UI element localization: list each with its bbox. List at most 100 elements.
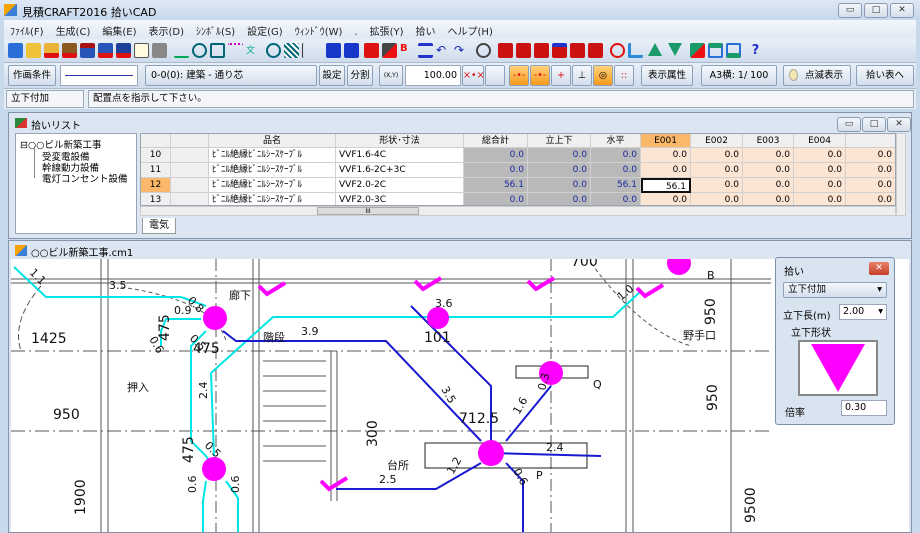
rectangle-icon[interactable] — [210, 43, 225, 58]
tree-item-lighting-outlet[interactable]: 電灯コンセント設備 — [42, 171, 128, 185]
table-cell[interactable]: VVF1.6-2C+3C — [336, 163, 464, 178]
save-icon[interactable] — [8, 43, 23, 58]
print-icon[interactable] — [152, 43, 167, 58]
img-open-icon[interactable] — [498, 43, 513, 58]
minimize-button[interactable]: ▭ — [838, 3, 862, 18]
open-folder-icon[interactable] — [26, 43, 41, 58]
table-cell[interactable]: ﾋﾞﾆﾙ絶縁ﾋﾞﾆﾙｼｰｽｹｰﾌﾞﾙ — [209, 148, 336, 163]
table-cell[interactable]: 0.0 — [691, 193, 743, 205]
table-cell[interactable]: 0.0 — [528, 178, 591, 193]
rise-up-icon[interactable] — [648, 43, 662, 56]
ratio-input[interactable]: 0.30 — [841, 400, 887, 416]
undo-icon[interactable]: ↶ — [436, 43, 451, 58]
img-rotate-icon[interactable] — [552, 43, 567, 58]
table-cell[interactable]: 0.0 — [591, 193, 641, 205]
table-cell[interactable]: VVF2.0-3C — [336, 193, 464, 205]
list-maximize-button[interactable]: □ — [862, 117, 886, 132]
maximize-button[interactable]: □ — [864, 3, 888, 18]
open-dxf-icon[interactable] — [44, 43, 59, 58]
table-cell[interactable]: 0.0 — [846, 163, 895, 178]
pick-cancel-icon[interactable] — [610, 43, 625, 58]
table-cell[interactable]: ﾋﾞﾆﾙ絶縁ﾋﾞﾆﾙｼｰｽｹｰﾌﾞﾙ — [209, 193, 336, 205]
table-cell[interactable]: 0.0 — [528, 163, 591, 178]
snap-midpoint-button[interactable]: -•- — [530, 65, 550, 86]
pick-mode-select[interactable]: 立下付加 ▾ — [783, 282, 887, 298]
circle-icon[interactable] — [192, 43, 207, 58]
snap-perpendicular-button[interactable]: ⊥ — [572, 65, 592, 86]
table-cell[interactable]: 0.0 — [591, 148, 641, 163]
menu-symbol[interactable]: ｼﾝﾎﾞﾙ(S) — [190, 20, 241, 38]
display-attributes-button[interactable]: 表示属性 — [641, 65, 693, 86]
save-as-icon[interactable] — [80, 43, 95, 58]
column-header[interactable]: 立上下 — [528, 134, 591, 148]
line-style-field[interactable] — [60, 65, 138, 86]
row-number[interactable]: 13 — [141, 193, 171, 205]
save-dxf-icon[interactable] — [98, 43, 113, 58]
blink-display-button[interactable]: 点滅表示 — [783, 65, 851, 86]
table-cell[interactable]: 0.0 — [794, 178, 846, 193]
table-cell[interactable]: 0.0 — [794, 148, 846, 163]
vertical-scrollbar[interactable] — [896, 133, 906, 216]
pick-panel-close-button[interactable]: ✕ — [869, 262, 889, 275]
layer-select[interactable]: 0-0(0): 建築 - 通り芯 — [145, 65, 317, 86]
table-cell[interactable]: 0.0 — [794, 193, 846, 205]
menu-file[interactable]: ﾌｧｲﾙ(F) — [4, 20, 50, 38]
table-cell[interactable]: 0.0 — [641, 193, 691, 205]
text-icon[interactable]: 文 — [246, 43, 261, 58]
table-cell[interactable] — [171, 148, 209, 163]
table-cell[interactable]: 56.1 — [464, 178, 528, 193]
column-header[interactable] — [171, 134, 209, 148]
table-cell[interactable]: 0.0 — [691, 148, 743, 163]
img-clip-icon[interactable] — [588, 43, 603, 58]
table-cell[interactable]: 0.0 — [641, 163, 691, 178]
move-icon[interactable] — [344, 43, 359, 58]
layer-settings-button[interactable]: 設定 — [319, 65, 345, 86]
column-header[interactable]: 品名 — [209, 134, 336, 148]
table-cell[interactable]: 56.1 — [641, 178, 691, 193]
column-header[interactable] — [141, 134, 171, 148]
paper-scale-button[interactable]: A3横: 1/ 100 — [701, 65, 777, 86]
table-cell[interactable]: 0.0 — [743, 178, 794, 193]
table-cell[interactable]: 0.0 — [743, 148, 794, 163]
row-number[interactable]: 11 — [141, 163, 171, 178]
text-replace-icon[interactable]: B — [400, 43, 415, 58]
midpoint-button[interactable]: ×•× — [462, 65, 485, 86]
menu-extend[interactable]: 拡張(Y) — [364, 20, 410, 38]
redo-icon[interactable]: ↷ — [454, 43, 469, 58]
open-jww-icon[interactable] — [62, 43, 77, 58]
table-cell[interactable]: 0.0 — [743, 163, 794, 178]
rise-box-icon[interactable] — [708, 43, 723, 58]
menu-help[interactable]: ヘルプ(H) — [442, 20, 499, 38]
split-button[interactable]: 分割 — [347, 65, 373, 86]
menu-generate[interactable]: 生成(C) — [50, 20, 97, 38]
drawing-conditions-button[interactable]: 作画条件 — [8, 65, 56, 86]
table-cell[interactable]: 56.1 — [591, 178, 641, 193]
table-cell[interactable] — [171, 193, 209, 205]
column-header[interactable]: 総合計 — [464, 134, 528, 148]
delete-icon[interactable] — [364, 43, 379, 58]
column-header[interactable] — [846, 134, 895, 148]
drop-length-select[interactable]: 2.00 ▾ — [839, 304, 887, 320]
hatch-icon[interactable] — [284, 43, 299, 58]
close-button[interactable]: ✕ — [890, 3, 914, 18]
column-header[interactable]: E002 — [691, 134, 743, 148]
table-cell[interactable]: 0.0 — [464, 193, 528, 205]
table-cell[interactable]: 0.0 — [464, 148, 528, 163]
snap-grid-button[interactable]: :: — [614, 65, 634, 86]
table-cell[interactable]: 0.0 — [464, 163, 528, 178]
snap-intersection-button[interactable]: + — [551, 65, 571, 86]
copy-move-icon[interactable] — [326, 43, 341, 58]
menu-edit[interactable]: 編集(E) — [96, 20, 142, 38]
help-icon[interactable]: ? — [748, 43, 763, 58]
table-cell[interactable]: ﾋﾞﾆﾙ絶縁ﾋﾞﾆﾙｼｰｽｹｰﾌﾞﾙ — [209, 163, 336, 178]
eraser-icon[interactable] — [382, 43, 397, 58]
menu-window[interactable]: ｳｨﾝﾄﾞｳ(W) — [289, 20, 349, 38]
corner-point-button[interactable] — [485, 65, 505, 86]
list-close-button[interactable]: ✕ — [887, 117, 911, 132]
table-cell[interactable]: 0.0 — [691, 163, 743, 178]
menu-dot[interactable]: . — [348, 24, 363, 38]
menu-view[interactable]: 表示(D) — [142, 20, 190, 38]
table-cell[interactable]: VVF1.6-4C — [336, 148, 464, 163]
table-cell[interactable]: 0.0 — [591, 163, 641, 178]
table-cell[interactable]: 0.0 — [846, 193, 895, 205]
